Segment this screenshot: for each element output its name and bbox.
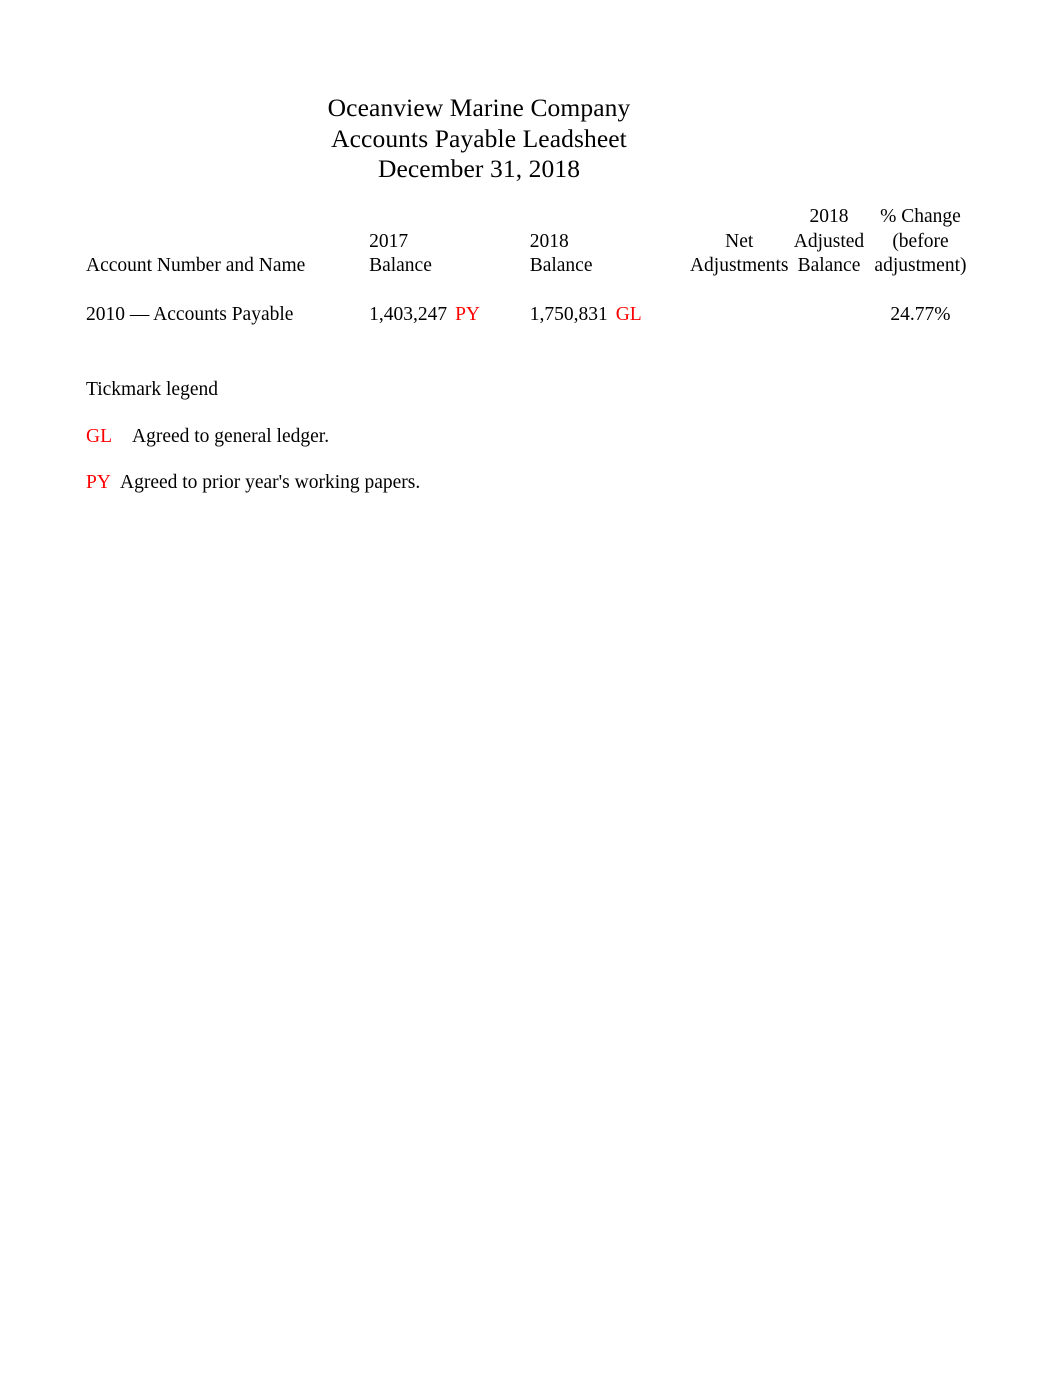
column-header-balance-2017-line2: 2017 xyxy=(369,230,409,252)
column-header-balance-2017: 2017 Balance xyxy=(363,205,527,281)
column-header-adjusted-balance-2018-line2: Adjusted xyxy=(793,230,865,252)
title-schedule: Accounts Payable Leadsheet xyxy=(331,123,627,153)
column-header-adjusted-balance-2018-line1: 2018 xyxy=(809,206,849,227)
cell-balance-2017: 1,403,247 PY xyxy=(363,281,527,328)
legend-mark-gl: GL xyxy=(86,426,112,447)
column-header-account-line3: Account Number and Name xyxy=(86,255,306,277)
tickmark-legend: Tickmark legend GL Agreed to general led… xyxy=(86,378,786,495)
column-header-percent-change-line1: % Change xyxy=(880,206,961,227)
legend-entry-py: PY Agreed to prior year's working papers… xyxy=(86,471,786,495)
column-header-adjusted-balance-2018: 2018 Adjusted Balance xyxy=(793,205,865,281)
table-row: 2010 — Accounts Payable 1,403,247 PY 1,75… xyxy=(86,281,976,328)
column-header-adjusted-balance-2018-line3: Balance xyxy=(797,255,861,277)
document-page: Oceanview Marine Company Accounts Payabl… xyxy=(0,0,1062,1377)
column-header-net-adjustments: Net Adjustments xyxy=(685,205,793,281)
cell-account-name: 2010 — Accounts Payable xyxy=(86,304,294,326)
column-header-balance-2018-line2: 2018 xyxy=(529,230,569,252)
legend-entry-gl: GL Agreed to general ledger. xyxy=(86,425,786,449)
title-date: December 31, 2018 xyxy=(377,154,581,183)
column-header-net-adjustments-line2: Net xyxy=(725,230,754,252)
leadsheet-table: Account Number and Name 2017 Balance 201… xyxy=(86,205,976,328)
cell-net-adjustments xyxy=(685,281,793,328)
cell-balance-2017-value: 1,403,247 xyxy=(369,304,448,326)
column-header-percent-change-line3: adjustment) xyxy=(874,255,967,277)
header-row: Account Number and Name 2017 Balance 201… xyxy=(86,205,976,281)
legend-mark-py: PY xyxy=(86,472,111,493)
title-company: Oceanview Marine Company xyxy=(327,93,631,122)
column-header-account: Account Number and Name xyxy=(86,205,363,281)
legend-text-gl: Agreed to general ledger. xyxy=(132,426,330,447)
column-header-balance-2017-line3: Balance xyxy=(369,255,432,277)
cell-balance-2018: 1,750,831 GL xyxy=(527,281,686,328)
tickmark-py: PY xyxy=(455,304,480,326)
cell-adjusted-balance-2018 xyxy=(793,281,865,328)
tickmark-gl: GL xyxy=(615,304,642,326)
cell-percent-change: 24.77% xyxy=(890,304,951,326)
legend-text-py: Agreed to prior year's working papers. xyxy=(120,472,421,493)
column-header-percent-change: % Change (before adjustment) xyxy=(865,205,976,281)
tickmark-legend-title: Tickmark legend xyxy=(86,379,218,400)
column-header-percent-change-line2: (before xyxy=(892,230,949,252)
column-header-balance-2018-line3: Balance xyxy=(529,255,593,277)
column-header-net-adjustments-line3: Adjustments xyxy=(689,255,789,277)
column-header-balance-2018: 2018 Balance xyxy=(527,205,686,281)
table-header: Account Number and Name 2017 Balance 201… xyxy=(86,205,976,281)
table-body: 2010 — Accounts Payable 1,403,247 PY 1,75… xyxy=(86,281,976,328)
cell-balance-2018-value: 1,750,831 xyxy=(529,304,608,326)
document-title-block: Oceanview Marine Company Accounts Payabl… xyxy=(0,93,958,185)
